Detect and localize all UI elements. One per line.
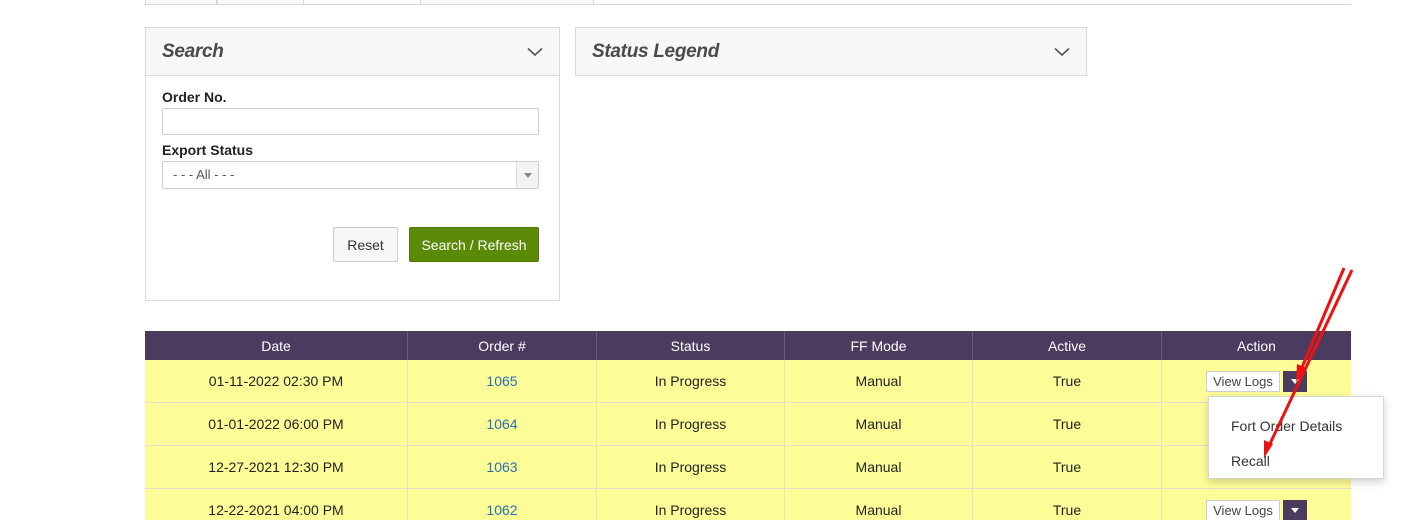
order-link[interactable]: 1063 [408,446,597,488]
cell-active: True [973,360,1162,402]
order-no-label: Order No. [162,89,227,105]
status-legend-panel: Status Legend [575,27,1087,76]
cell-date: 01-11-2022 02:30 PM [145,360,408,402]
table-row: 01-11-2022 02:30 PM 1065 In Progress Man… [145,360,1351,403]
cell-status: In Progress [597,446,785,488]
menu-item-recall[interactable]: Recall [1209,443,1383,478]
export-status-selected: - - - All - - - [173,167,235,182]
action-dropdown-menu: Fort Order Details Recall [1208,396,1384,479]
search-panel-header[interactable]: Search [146,28,559,76]
search-refresh-button[interactable]: Search / Refresh [409,227,539,262]
tab[interactable] [420,0,594,5]
cell-date: 12-27-2021 12:30 PM [145,446,408,488]
column-header-date[interactable]: Date [145,331,408,360]
action-button-group: View Logs [1206,499,1307,520]
column-header-action: Action [1237,337,1276,354]
cell-ff-mode: Manual [785,360,973,402]
action-button-group: View Logs [1206,370,1307,392]
table-row: 12-27-2021 12:30 PM 1063 In Progress Man… [145,446,1351,489]
view-logs-button[interactable]: View Logs [1206,370,1280,392]
export-status-label: Export Status [162,142,254,158]
tab[interactable] [145,0,217,5]
tab[interactable] [217,0,304,5]
cell-active: True [973,489,1162,520]
table-row: 12-22-2021 04:00 PM 1062 In Progress Man… [145,489,1351,520]
caret-down-icon[interactable] [516,162,538,188]
cell-date: 12-22-2021 04:00 PM [145,489,408,520]
column-header-order[interactable]: Order # [408,331,597,360]
reset-button[interactable]: Reset [333,227,398,262]
cell-date: 01-01-2022 06:00 PM [145,403,408,445]
search-panel: Search Order No. Export Status - - - All… [145,27,560,301]
export-status-select[interactable]: - - - All - - - [162,161,539,189]
search-panel-title: Search [162,40,224,62]
cell-ff-mode: Manual [785,403,973,445]
tab-strip [145,0,1351,5]
cell-status: In Progress [597,403,785,445]
view-logs-button[interactable]: View Logs [1206,499,1280,520]
cell-active: True [973,403,1162,445]
table-header-row: Date Order # Status FF Mode Active Actio… [145,331,1351,360]
chevron-down-icon[interactable] [527,47,543,57]
table-row: 01-01-2022 06:00 PM 1064 In Progress Man… [145,403,1351,446]
order-no-input[interactable] [162,108,539,135]
cell-active: True [973,446,1162,488]
caret-down-icon[interactable] [1282,499,1307,520]
order-link[interactable]: 1065 [408,360,597,402]
cell-ff-mode: Manual [785,446,973,488]
cell-action: View Logs [1162,489,1351,520]
order-link[interactable]: 1064 [408,403,597,445]
status-legend-header[interactable]: Status Legend [576,28,1086,75]
column-header-status[interactable]: Status [597,331,785,360]
order-link[interactable]: 1062 [408,489,597,520]
orders-table: Date Order # Status FF Mode Active Actio… [145,331,1351,520]
cell-status: In Progress [597,489,785,520]
cell-status: In Progress [597,360,785,402]
column-header-active[interactable]: Active [973,331,1162,360]
column-header-ff-mode[interactable]: FF Mode [785,331,973,360]
menu-item-fort-order-details[interactable]: Fort Order Details [1209,408,1383,443]
chevron-down-icon[interactable] [1054,47,1070,57]
caret-down-icon[interactable] [1282,370,1307,392]
status-legend-title: Status Legend [592,40,720,62]
cell-ff-mode: Manual [785,489,973,520]
